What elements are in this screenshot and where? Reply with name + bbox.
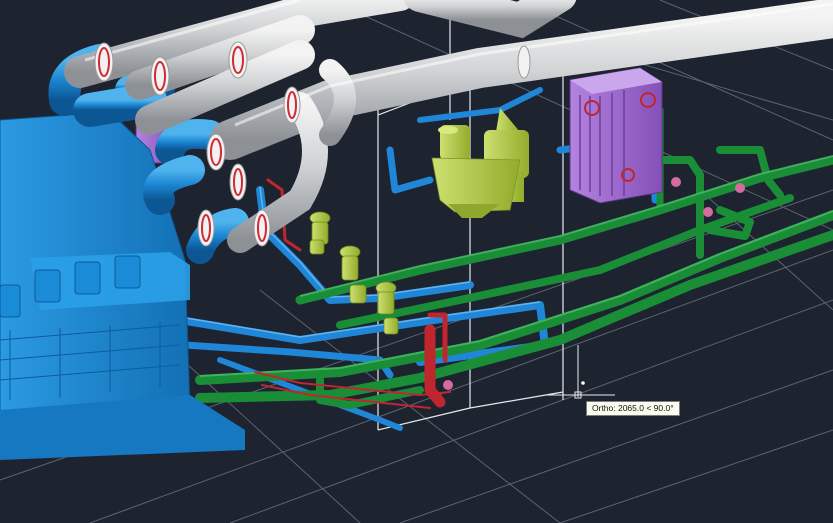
cad-3d-viewport[interactable]: Ortho: 2065.0 < 90.0° <box>0 0 833 523</box>
crosshair-cursor-icon <box>545 345 615 399</box>
fuel-separator[interactable] <box>431 108 529 218</box>
ortho-tooltip: Ortho: 2065.0 < 90.0° <box>586 401 680 416</box>
snap-point-icon <box>581 381 585 385</box>
plate-heat-exchanger[interactable] <box>569 67 663 204</box>
diesel-engine[interactable] <box>0 111 245 460</box>
piping-model-scene[interactable] <box>0 0 833 523</box>
